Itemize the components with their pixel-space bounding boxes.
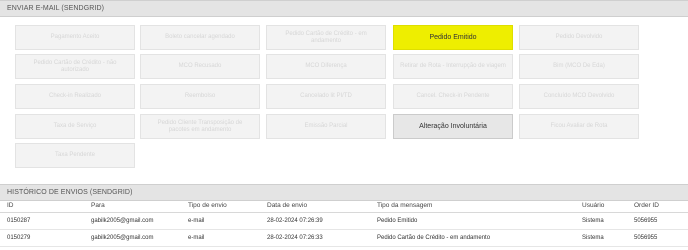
column-header-tipo-envio: Tipo de envio xyxy=(181,200,260,213)
send-email-section-title: ENVIAR E-MAIL (SENDGRID) xyxy=(0,0,688,17)
column-header-data-envio: Data de envio xyxy=(260,200,370,213)
template-button-alteracao-involuntaria[interactable]: Alteração Involuntária xyxy=(393,114,513,139)
column-header-tipo-mensagem: Tipo da mensagem xyxy=(370,200,575,213)
history-section-title: HISTÓRICO DE ENVIOS (SENDGRID) xyxy=(0,184,688,201)
cell-para: gabilk2005@gmail.com xyxy=(84,229,181,247)
cell-id: 0150287 xyxy=(0,212,84,230)
cell-tipo-envio: e-mail xyxy=(181,229,260,247)
template-button-taxa-de-servico[interactable]: Taxa de Serviço xyxy=(15,114,135,139)
template-button-reembolso[interactable]: Reembolso xyxy=(140,84,260,109)
cell-order-id: 5056955 xyxy=(627,229,688,247)
template-button-pedido-emitido[interactable]: Pedido Emitido xyxy=(393,25,513,50)
column-header-usuario: Usuário xyxy=(575,200,627,213)
template-button-cancelado[interactable]: Cancelado lit PI/TD xyxy=(266,84,386,109)
template-button-pagamento-aceito[interactable]: Pagamento Aceito xyxy=(15,25,135,50)
template-button-transposicao[interactable]: Pedido Cliente Transposição de pacotes e… xyxy=(140,114,260,139)
template-button-cartao-em-andamento[interactable]: Pedido Cartão de Crédito - em andamento xyxy=(266,25,386,50)
cell-tipo-mensagem: Pedido Emitido xyxy=(370,212,575,230)
cell-usuario: Sistema xyxy=(575,229,627,247)
template-button-boleto-cancelar[interactable]: Boleto cancelar agendado xyxy=(140,25,260,50)
template-button-emissao-parcial[interactable]: Emissão Parcial xyxy=(266,114,386,139)
table-row[interactable]: 0150287 gabilk2005@gmail.com e-mail 28-0… xyxy=(0,212,688,230)
template-button-concluido-mco[interactable]: Concluído MCO Devolvido xyxy=(519,84,639,109)
template-button-pedido-devolvido[interactable]: Pedido Devolvido xyxy=(519,25,639,50)
template-button-avaliar-rota[interactable]: Ficou Avaliar de Rota xyxy=(519,114,639,139)
table-row[interactable]: 0150279 gabilk2005@gmail.com e-mail 28-0… xyxy=(0,229,688,247)
template-button-cartao-nao-autorizado[interactable]: Pedido Cartão de Crédito - não autorizad… xyxy=(15,54,135,79)
history-table-header-row: ID Para Tipo de envio Data de envio Tipo… xyxy=(0,200,688,213)
cell-para: gabilk2005@gmail.com xyxy=(84,212,181,230)
template-button-retirar-de-rota[interactable]: Retirar de Rota - Interrupção de viagem xyxy=(393,54,513,79)
column-header-order-id: Order ID xyxy=(627,200,688,213)
template-button-mco-diferenca[interactable]: MCO Diferença xyxy=(266,54,386,79)
template-button-taxa-pendente[interactable]: Taxa Pendente xyxy=(15,143,135,168)
cell-id: 0150279 xyxy=(0,229,84,247)
cell-order-id: 5056955 xyxy=(627,212,688,230)
template-button-check-in-realizado[interactable]: Check-in Realizado xyxy=(15,84,135,109)
column-header-id: ID xyxy=(0,200,84,213)
cell-usuario: Sistema xyxy=(575,212,627,230)
cell-data-envio: 28-02-2024 07:26:33 xyxy=(260,229,370,247)
cell-data-envio: 28-02-2024 07:26:39 xyxy=(260,212,370,230)
cell-tipo-mensagem: Pedido Cartão de Crédito - em andamento xyxy=(370,229,575,247)
history-table: ID Para Tipo de envio Data de envio Tipo… xyxy=(0,200,688,247)
template-button-cancel-check-in[interactable]: Cancel. Check-in Pendente xyxy=(393,84,513,109)
cell-tipo-envio: e-mail xyxy=(181,212,260,230)
template-button-bim-mco[interactable]: Bim (MCO De Eda) xyxy=(519,54,639,79)
column-header-para: Para xyxy=(84,200,181,213)
template-button-mco-recusado[interactable]: MCO Recusado xyxy=(140,54,260,79)
